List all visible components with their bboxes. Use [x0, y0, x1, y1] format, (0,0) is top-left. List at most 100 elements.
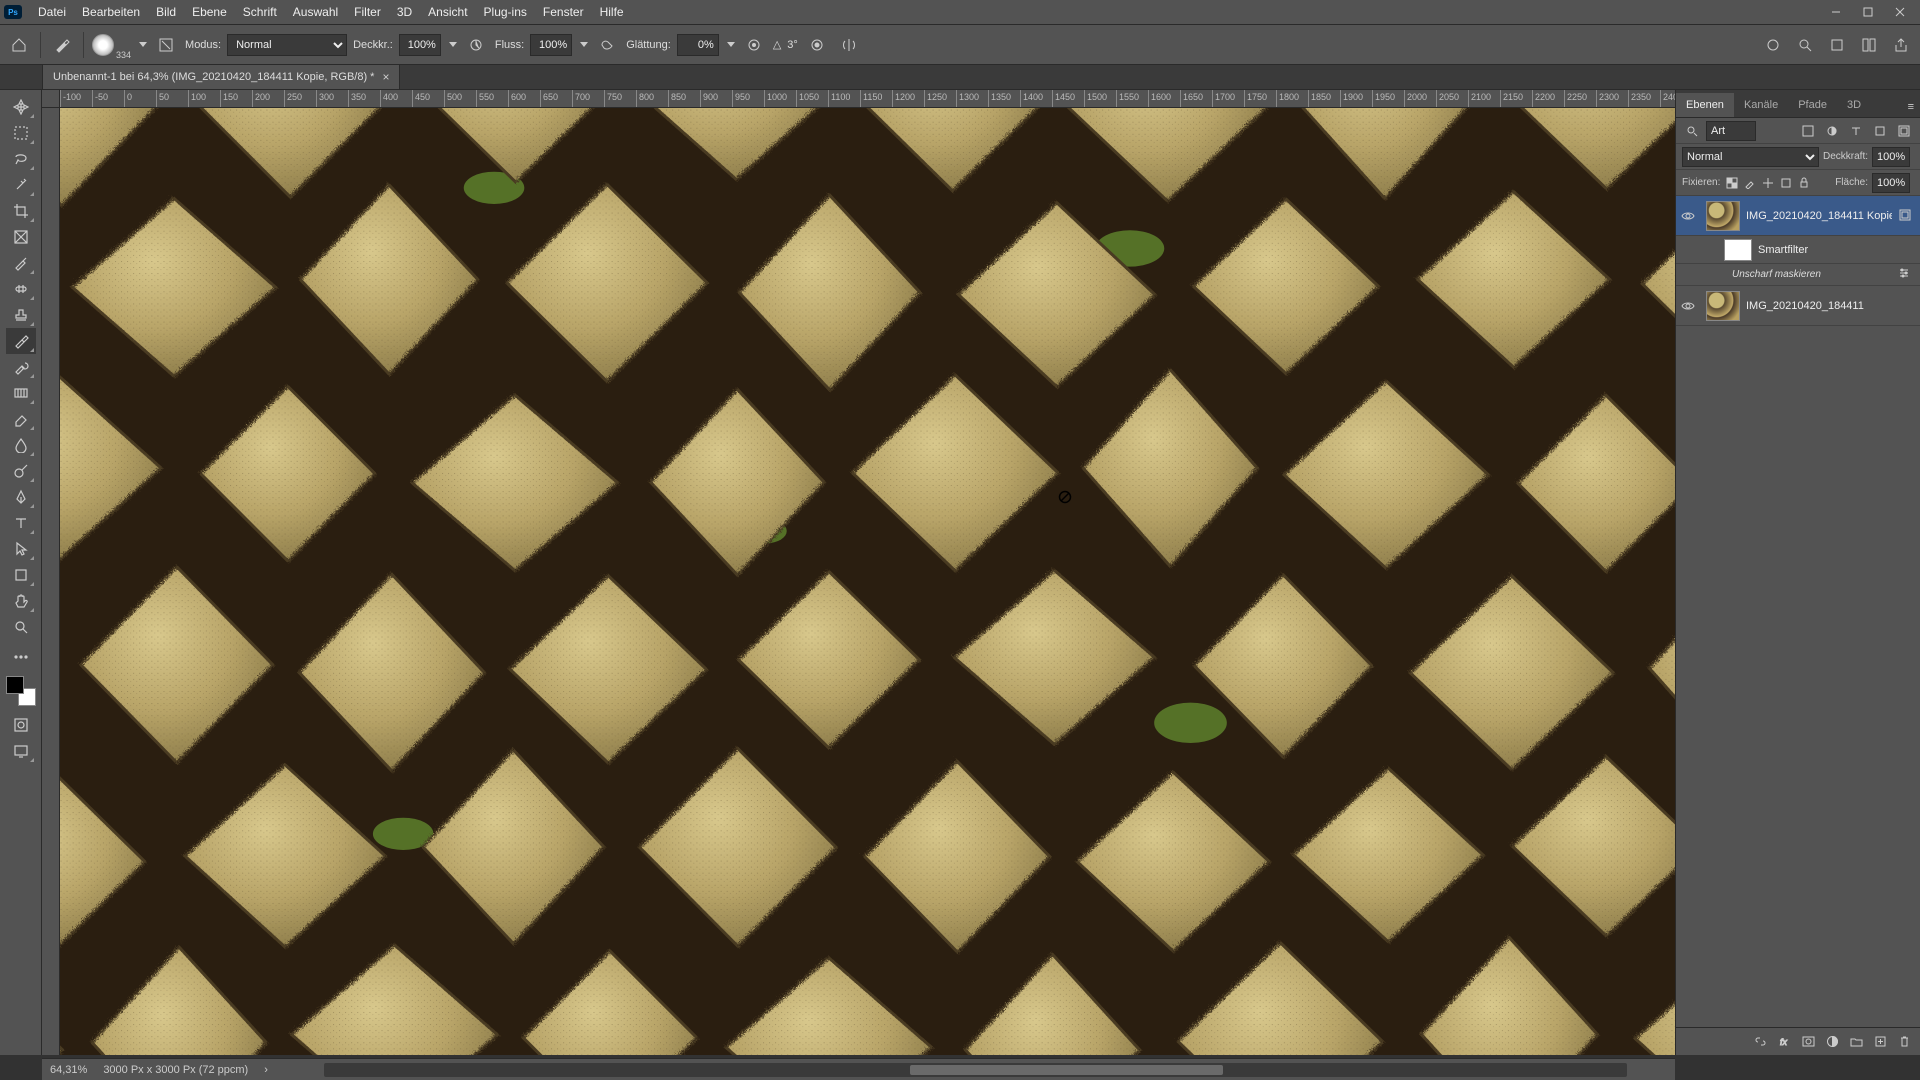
menu-filter[interactable]: Filter	[346, 1, 389, 23]
tab-channels[interactable]: Kanäle	[1734, 93, 1788, 117]
opacity-field[interactable]	[399, 34, 441, 56]
brush-preview[interactable]	[92, 34, 114, 56]
visibility-toggle[interactable]	[1676, 209, 1700, 223]
brush-settings-icon[interactable]	[153, 32, 179, 58]
menu-window[interactable]: Fenster	[535, 1, 592, 23]
filter-type-icon[interactable]	[1846, 121, 1866, 141]
path-select-tool[interactable]	[6, 536, 36, 562]
zoom-tool[interactable]	[6, 614, 36, 640]
layer-fill-field[interactable]	[1872, 173, 1910, 193]
layer-mask-icon[interactable]	[1798, 1032, 1818, 1052]
brush-tool-icon[interactable]	[49, 32, 75, 58]
tab-3d[interactable]: 3D	[1837, 93, 1871, 117]
share-icon[interactable]	[1888, 32, 1914, 58]
menu-layer[interactable]: Ebene	[184, 1, 235, 23]
symmetry-icon[interactable]	[836, 32, 862, 58]
lock-artboard-icon[interactable]	[1778, 173, 1794, 193]
menu-plugins[interactable]: Plug-ins	[476, 1, 535, 23]
marquee-tool[interactable]	[6, 120, 36, 146]
menu-select[interactable]: Auswahl	[285, 1, 346, 23]
menu-file[interactable]: Datei	[30, 1, 74, 23]
workspace-icon[interactable]	[1856, 32, 1882, 58]
layer-name[interactable]: IMG_20210420_184411	[1746, 300, 1914, 312]
menu-view[interactable]: Ansicht	[420, 1, 475, 23]
layer-name[interactable]: IMG_20210420_184411 Kopie	[1746, 210, 1892, 222]
window-close[interactable]	[1884, 2, 1916, 22]
document-tab[interactable]: Unbenannt-1 bei 64,3% (IMG_20210420_1844…	[42, 64, 400, 89]
filter-entry-row[interactable]: Unscharf maskieren	[1676, 264, 1920, 286]
screenmode-tool[interactable]	[6, 738, 36, 764]
lock-all-icon[interactable]	[1796, 173, 1812, 193]
pressure-size-icon[interactable]	[804, 32, 830, 58]
smoothing-caret[interactable]	[727, 42, 735, 47]
horizontal-scrollbar[interactable]	[324, 1063, 1627, 1077]
smoothing-field[interactable]	[677, 34, 719, 56]
wand-tool[interactable]	[6, 172, 36, 198]
healing-tool[interactable]	[6, 276, 36, 302]
layer-style-icon[interactable]: fx	[1774, 1032, 1794, 1052]
blend-mode-select[interactable]: Normal	[227, 34, 347, 56]
visibility-toggle[interactable]	[1676, 299, 1700, 313]
quick-share-icon[interactable]	[1824, 32, 1850, 58]
menu-3d[interactable]: 3D	[389, 1, 420, 23]
zoom-level[interactable]: 64,31%	[50, 1064, 87, 1076]
filter-name[interactable]: Unscharf maskieren	[1732, 269, 1892, 280]
cloud-docs-icon[interactable]	[1760, 32, 1786, 58]
filter-mask-thumbnail[interactable]	[1724, 239, 1752, 261]
info-caret[interactable]: ›	[264, 1064, 268, 1076]
delete-layer-icon[interactable]	[1894, 1032, 1914, 1052]
filter-blend-icon[interactable]	[1898, 267, 1914, 282]
menu-type[interactable]: Schrift	[235, 1, 285, 23]
adjustment-layer-icon[interactable]	[1822, 1032, 1842, 1052]
layer-opacity-field[interactable]	[1872, 147, 1910, 167]
shape-tool[interactable]	[6, 562, 36, 588]
window-minimize[interactable]	[1820, 2, 1852, 22]
lasso-tool[interactable]	[6, 146, 36, 172]
horizontal-ruler[interactable]: -100-50050100150200250300350400450500550…	[60, 90, 1675, 108]
layer-thumbnail[interactable]	[1706, 201, 1740, 231]
type-tool[interactable]	[6, 510, 36, 536]
window-maximize[interactable]	[1852, 2, 1884, 22]
layer-filter-input[interactable]	[1706, 121, 1756, 141]
menu-help[interactable]: Hilfe	[592, 1, 632, 23]
foreground-swatch[interactable]	[6, 676, 24, 694]
layer-thumbnail[interactable]	[1706, 291, 1740, 321]
flow-field[interactable]	[530, 34, 572, 56]
search-icon[interactable]	[1792, 32, 1818, 58]
layer-row[interactable]: IMG_20210420_184411	[1676, 286, 1920, 326]
edit-toolbar[interactable]	[6, 644, 36, 670]
move-tool[interactable]	[6, 94, 36, 120]
filter-shape-icon[interactable]	[1870, 121, 1890, 141]
flow-caret[interactable]	[580, 42, 588, 47]
crop-tool[interactable]	[6, 198, 36, 224]
smart-filters-row[interactable]: Smartfilter	[1676, 236, 1920, 264]
filter-smart-icon[interactable]	[1894, 121, 1914, 141]
frame-tool[interactable]	[6, 224, 36, 250]
gradient-tool[interactable]	[6, 380, 36, 406]
filter-pixel-icon[interactable]	[1798, 121, 1818, 141]
pressure-opacity-icon[interactable]	[463, 32, 489, 58]
history-brush-tool[interactable]	[6, 354, 36, 380]
new-layer-icon[interactable]	[1870, 1032, 1890, 1052]
panel-menu-icon[interactable]: ≡	[1902, 97, 1920, 117]
brush-tool[interactable]	[6, 328, 36, 354]
dodge-tool[interactable]	[6, 458, 36, 484]
menu-edit[interactable]: Bearbeiten	[74, 1, 148, 23]
blur-tool[interactable]	[6, 432, 36, 458]
group-layers-icon[interactable]	[1846, 1032, 1866, 1052]
layer-blend-select[interactable]: Normal	[1682, 147, 1819, 167]
tab-layers[interactable]: Ebenen	[1676, 93, 1734, 117]
eraser-tool[interactable]	[6, 406, 36, 432]
filter-adjust-icon[interactable]	[1822, 121, 1842, 141]
opacity-caret[interactable]	[449, 42, 457, 47]
lock-pixels-icon[interactable]	[1742, 173, 1758, 193]
close-icon[interactable]: ×	[382, 70, 389, 84]
airbrush-icon[interactable]	[594, 32, 620, 58]
pen-tool[interactable]	[6, 484, 36, 510]
hand-tool[interactable]	[6, 588, 36, 614]
lock-transparency-icon[interactable]	[1724, 173, 1740, 193]
stamp-tool[interactable]	[6, 302, 36, 328]
menu-image[interactable]: Bild	[148, 1, 184, 23]
home-icon[interactable]	[6, 32, 32, 58]
link-layers-icon[interactable]	[1750, 1032, 1770, 1052]
